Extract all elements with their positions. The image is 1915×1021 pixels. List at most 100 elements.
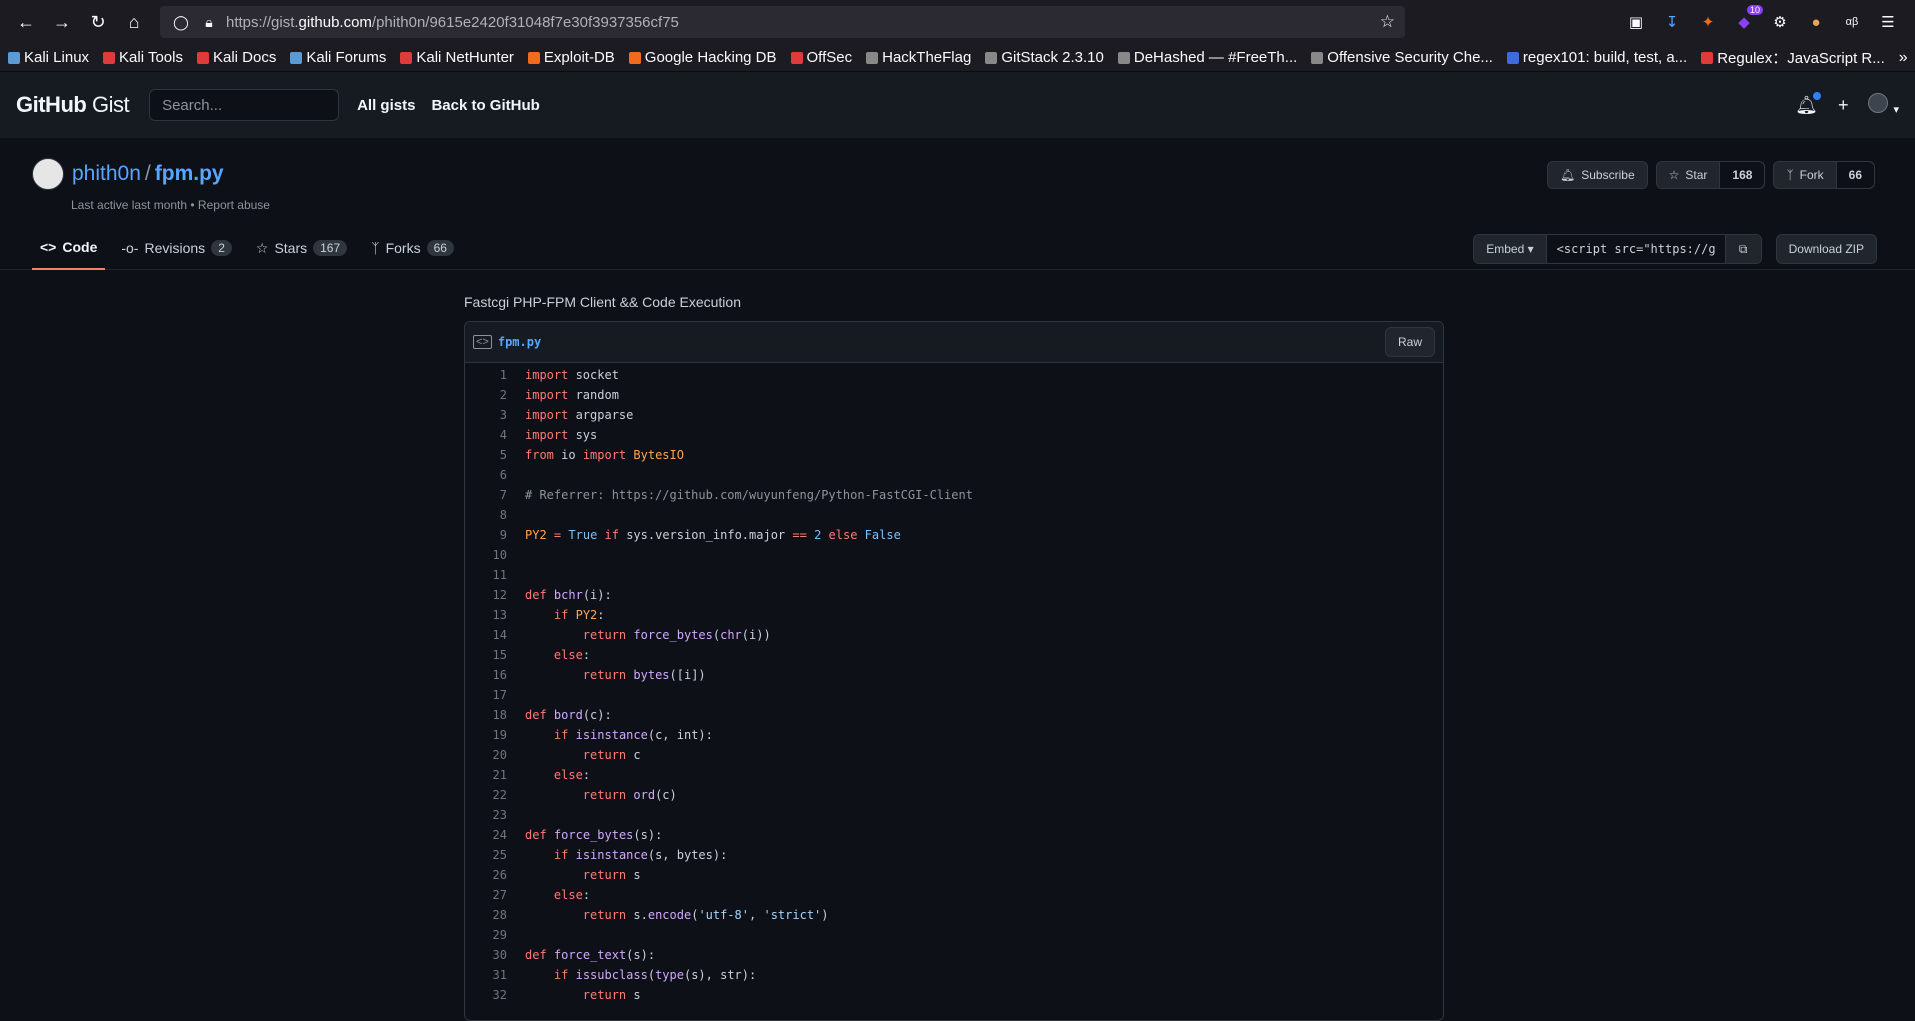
wappalyzer-icon[interactable]: αβ: [1839, 9, 1865, 35]
line-number[interactable]: 18: [465, 708, 507, 722]
bookmark-item[interactable]: HackTheFlag: [866, 49, 971, 66]
line-number[interactable]: 14: [465, 628, 507, 642]
line-number[interactable]: 17: [465, 688, 507, 702]
user-menu[interactable]: ▾: [1868, 92, 1899, 118]
star-count[interactable]: 168: [1719, 162, 1765, 188]
foxyproxy-icon[interactable]: ✦: [1695, 9, 1721, 35]
copy-icon[interactable]: ⧉: [1724, 235, 1761, 263]
url-text[interactable]: https://gist.github.com/phith0n/9615e242…: [226, 14, 1380, 31]
code-token: :: [582, 648, 591, 662]
line-number[interactable]: 23: [465, 808, 507, 822]
code-line: 7 # Referrer: https://github.com/wuyunfen…: [465, 485, 1443, 505]
line-number[interactable]: 19: [465, 728, 507, 742]
embed-input[interactable]: <script src="https://g: [1546, 235, 1725, 263]
bookmark-item[interactable]: Kali Tools: [103, 49, 183, 66]
pocket-icon[interactable]: ▣: [1623, 9, 1649, 35]
star-button[interactable]: ☆ Star 168: [1655, 161, 1766, 189]
url-bar[interactable]: ◯ 🔒︎ https://gist.github.com/phith0n/961…: [160, 6, 1405, 38]
raw-button[interactable]: Raw: [1384, 327, 1435, 357]
gist-filename-link[interactable]: fpm.py: [155, 162, 224, 185]
line-number[interactable]: 3: [465, 408, 507, 422]
back-to-github-link[interactable]: Back to GitHub: [431, 97, 539, 114]
line-number[interactable]: 15: [465, 648, 507, 662]
line-number[interactable]: 5: [465, 448, 507, 462]
bookmark-star-icon[interactable]: ☆: [1380, 12, 1395, 32]
line-number[interactable]: 30: [465, 948, 507, 962]
code-token: isinstance: [575, 848, 648, 862]
tab-stars[interactable]: ☆ Stars 167: [248, 226, 355, 270]
line-number[interactable]: 32: [465, 988, 507, 1002]
line-number[interactable]: 1: [465, 368, 507, 382]
line-number[interactable]: 16: [465, 668, 507, 682]
tab-code[interactable]: <> Code: [32, 226, 106, 270]
bookmarks-overflow-icon[interactable]: »: [1899, 49, 1908, 67]
line-number[interactable]: 24: [465, 828, 507, 842]
line-number[interactable]: 12: [465, 588, 507, 602]
shield-icon[interactable]: ◯: [170, 14, 192, 31]
lock-icon[interactable]: 🔒︎: [198, 14, 220, 31]
bookmark-item[interactable]: Kali Linux: [8, 49, 89, 66]
search-input[interactable]: Search...: [149, 89, 340, 121]
bookmark-label: Kali Tools: [119, 49, 183, 66]
github-gist-logo[interactable]: GitHub Gist: [16, 92, 130, 118]
logo-github: GitHub: [16, 92, 87, 117]
subscribe-button[interactable]: 🔔︎ Subscribe: [1547, 161, 1648, 189]
line-number[interactable]: 9: [465, 528, 507, 542]
extension-badge-icon[interactable]: ◆ 10: [1731, 5, 1763, 35]
owner-link[interactable]: phith0n: [72, 162, 141, 185]
bookmark-item[interactable]: OffSec: [790, 49, 852, 66]
bookmark-item[interactable]: Kali NetHunter: [400, 49, 514, 66]
bookmark-item[interactable]: Kali Forums: [290, 49, 386, 66]
bookmark-item[interactable]: regex101: build, test, a...: [1506, 49, 1687, 66]
line-number[interactable]: 29: [465, 928, 507, 942]
line-number[interactable]: 26: [465, 868, 507, 882]
line-number[interactable]: 31: [465, 968, 507, 982]
code-line: 32 return s: [465, 985, 1443, 1005]
bookmark-item[interactable]: GitStack 2.3.10: [985, 49, 1104, 66]
settings-gear-icon[interactable]: ⚙: [1767, 9, 1793, 35]
code-token: ==: [792, 528, 807, 542]
home-icon[interactable]: ⌂: [116, 4, 152, 40]
bookmark-item[interactable]: Exploit-DB: [527, 49, 615, 66]
download-zip-button[interactable]: Download ZIP: [1775, 234, 1877, 264]
line-number[interactable]: 20: [465, 748, 507, 762]
line-number[interactable]: 6: [465, 468, 507, 482]
line-number[interactable]: 11: [465, 568, 507, 582]
code-token: :: [597, 608, 605, 622]
download-icon[interactable]: ↧: [1659, 9, 1685, 35]
line-number[interactable]: 13: [465, 608, 507, 622]
back-arrow-icon[interactable]: ←: [8, 4, 44, 40]
line-number[interactable]: 27: [465, 888, 507, 902]
line-number[interactable]: 25: [465, 848, 507, 862]
all-gists-link[interactable]: All gists: [357, 97, 415, 114]
embed-select[interactable]: Embed ▾: [1474, 235, 1547, 263]
line-number[interactable]: 8: [465, 508, 507, 522]
tab-count: 167: [313, 240, 348, 256]
bookmark-item[interactable]: Google Hacking DB: [628, 49, 777, 66]
reload-icon[interactable]: ↻: [80, 4, 116, 40]
line-number[interactable]: 10: [465, 548, 507, 562]
line-number[interactable]: 2: [465, 388, 507, 402]
line-number[interactable]: 28: [465, 908, 507, 922]
menu-icon[interactable]: ☰: [1875, 9, 1901, 35]
plus-icon[interactable]: +: [1838, 95, 1849, 116]
line-number[interactable]: 22: [465, 788, 507, 802]
bell-icon[interactable]: 🔔︎: [1795, 91, 1821, 116]
file-name-link[interactable]: fpm.py: [498, 335, 541, 349]
tab-revisions[interactable]: -o- Revisions 2: [113, 226, 240, 270]
bookmark-item[interactable]: Regulex：JavaScript R...: [1701, 47, 1885, 68]
line-number[interactable]: 21: [465, 768, 507, 782]
fork-count[interactable]: 66: [1835, 162, 1874, 188]
bookmark-item[interactable]: Kali Docs: [196, 49, 276, 66]
forward-arrow-icon[interactable]: →: [44, 4, 80, 40]
line-number[interactable]: 4: [465, 428, 507, 442]
cookie-icon[interactable]: ●: [1803, 9, 1829, 35]
owner-avatar[interactable]: [32, 158, 64, 190]
bookmark-item[interactable]: Offensive Security Che...: [1311, 49, 1493, 66]
code-line: 28 return s. encode('utf-8', 'strict'): [465, 905, 1443, 925]
fork-button[interactable]: ᛉ Fork 66: [1773, 161, 1875, 189]
tab-forks[interactable]: ᛉ Forks 66: [363, 226, 462, 270]
bookmark-item[interactable]: DeHashed — #FreeTh...: [1117, 49, 1297, 66]
line-number[interactable]: 7: [465, 488, 507, 502]
